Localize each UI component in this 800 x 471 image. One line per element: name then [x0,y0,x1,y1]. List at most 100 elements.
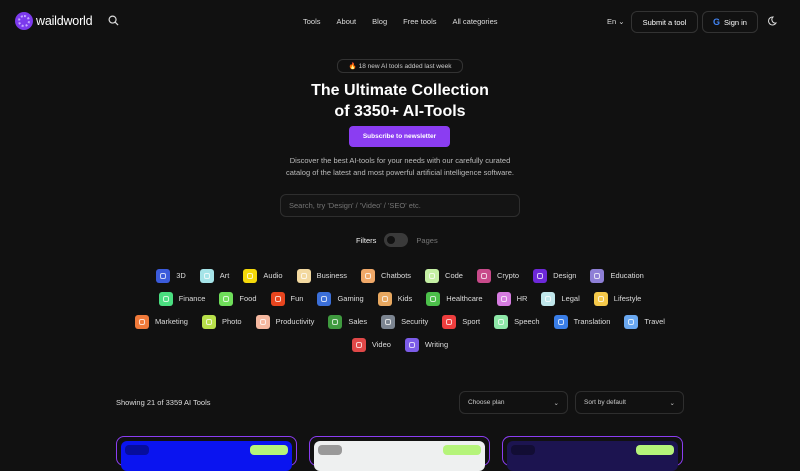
education-icon [590,268,605,283]
results-count: Showing 21 of 3359 AI Tools [116,398,211,407]
speech-icon [494,314,509,329]
category-crypto[interactable]: Crypto [476,268,520,283]
category-label: Education [610,271,644,280]
nav-free-tools[interactable]: Free tools [403,17,436,26]
category-healthcare[interactable]: Healthcare [426,291,483,306]
category-hr[interactable]: HR [496,291,527,306]
new-tools-badge: 🔥 18 new AI tools added last week [337,59,463,73]
category-finance[interactable]: Finance [158,291,206,306]
category-label: Crypto [496,271,520,280]
nav-all-categories[interactable]: All categories [453,17,498,26]
nav-tools[interactable]: Tools [303,17,321,26]
desc-line-2: catalog of the latest and most powerful … [285,168,515,177]
language-select[interactable]: En ⌄ [607,17,625,26]
category-audio[interactable]: Audio [243,268,283,283]
legal-icon [541,291,556,306]
desc-line-1: Discover the best AI-tools for your need… [289,156,511,165]
category-productivity[interactable]: Productivity [255,314,315,329]
search-icon[interactable] [108,15,119,26]
business-icon [296,268,311,283]
category-label: Finance [178,294,206,303]
chevron-down-icon: ⌄ [553,399,559,407]
submit-tool-button[interactable]: Submit a tool [631,11,698,33]
translation-icon [553,314,568,329]
chevron-down-icon: ⌄ [618,17,625,26]
photo-icon [201,314,216,329]
sort-select[interactable]: Sort by default ⌄ [575,391,684,414]
nav-blog[interactable]: Blog [372,17,387,26]
plan-label: Choose plan [468,399,505,406]
tool-card[interactable] [309,436,490,471]
category-food[interactable]: Food [219,291,257,306]
category-label: Speech [514,317,540,326]
search-input[interactable] [280,194,520,217]
category-education[interactable]: Education [590,268,644,283]
category-travel[interactable]: Travel [624,314,665,329]
category-lifestyle[interactable]: Lifestyle [593,291,642,306]
card-thumbnail [314,441,485,471]
category-label: Food [239,294,257,303]
mode-toggle[interactable] [384,233,409,247]
logo-icon [15,12,33,30]
plan-select[interactable]: Choose plan ⌄ [459,391,568,414]
card-pill [636,445,674,455]
logo[interactable]: waildworld [15,12,93,30]
category-label: Code [445,271,463,280]
category-translation[interactable]: Translation [553,314,611,329]
category-chatbots[interactable]: Chatbots [361,268,411,283]
category-label: Lifestyle [613,294,642,303]
category-sport[interactable]: Sport [442,314,480,329]
category-label: Fun [290,294,304,303]
filters-pages-toggle-row: Filters Pages [356,233,438,247]
title-line-2: of 3350+ AI-Tools [334,103,466,120]
art-icon [199,268,214,283]
category-label: Photo [221,317,242,326]
category-security[interactable]: Security [381,314,428,329]
chatbots-icon [361,268,376,283]
card-tag [511,445,535,455]
category-label: Travel [644,317,665,326]
sign-in-button[interactable]: G Sign in [702,11,758,33]
category-label: Translation [573,317,611,326]
category-video[interactable]: Video [351,337,391,352]
filters-label: Filters [356,235,377,245]
security-icon [381,314,396,329]
chevron-down-icon: ⌄ [669,399,675,407]
pages-label: Pages [416,235,438,245]
card-tag [125,445,149,455]
category-3d[interactable]: 3D [156,268,186,283]
category-kids[interactable]: Kids [377,291,413,306]
category-photo[interactable]: Photo [201,314,242,329]
nav-about[interactable]: About [337,17,357,26]
category-label: Sales [348,317,368,326]
card-tag [318,445,342,455]
category-business[interactable]: Business [296,268,347,283]
tool-card[interactable] [116,436,297,471]
sort-label: Sort by default [584,399,626,406]
3d-icon [156,268,171,283]
category-label: Productivity [275,317,315,326]
subscribe-button[interactable]: Subscribe to newsletter [349,126,450,147]
category-gaming[interactable]: Gaming [317,291,364,306]
category-art[interactable]: Art [199,268,229,283]
video-icon [351,337,366,352]
moon-icon[interactable] [767,16,777,26]
healthcare-icon [426,291,441,306]
tool-card[interactable] [502,436,683,471]
marketing-icon [135,314,150,329]
category-design[interactable]: Design [533,268,576,283]
design-icon [533,268,548,283]
category-code[interactable]: Code [425,268,463,283]
category-label: Kids [397,294,413,303]
category-marketing[interactable]: Marketing [135,314,188,329]
sport-icon [442,314,457,329]
category-speech[interactable]: Speech [494,314,540,329]
hr-icon [496,291,511,306]
category-sales[interactable]: Sales [328,314,368,329]
category-legal[interactable]: Legal [541,291,580,306]
category-fun[interactable]: Fun [270,291,304,306]
category-label: Healthcare [446,294,483,303]
card-pill [443,445,481,455]
card-pill [250,445,288,455]
category-writing[interactable]: Writing [404,337,448,352]
